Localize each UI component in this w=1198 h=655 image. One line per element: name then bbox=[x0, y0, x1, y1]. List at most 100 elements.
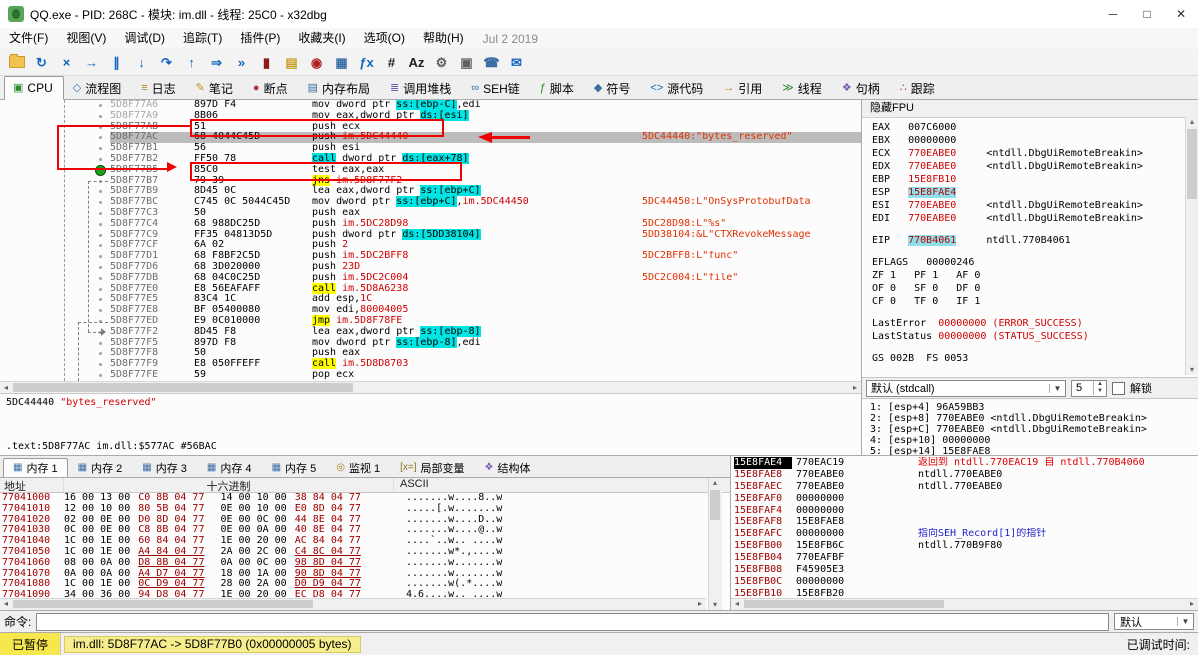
toolbar-step-into-button[interactable]: ↓ bbox=[129, 51, 154, 74]
scroll-up-button[interactable]: ▴ bbox=[1186, 117, 1198, 127]
dump-row[interactable]: 77041060 08 00 0A 00 D8 8B 04 77 0A 00 0C 0… bbox=[2, 557, 730, 569]
register-line[interactable]: GS 002B FS 0053 bbox=[872, 352, 1186, 365]
stack-row[interactable]: 15E8FB04 770EAFBF bbox=[734, 552, 1198, 564]
scroll-right-button[interactable]: ▸ bbox=[1186, 599, 1198, 609]
menu-item-5[interactable]: 插件(P) bbox=[231, 31, 289, 45]
argument-count-stepper[interactable]: 5 ▲ ▼ bbox=[1071, 379, 1107, 397]
stack-row[interactable]: 15E8FB08 F45905E3 bbox=[734, 564, 1198, 576]
scrollbar-thumb[interactable] bbox=[744, 600, 944, 608]
tab-script[interactable]: ƒ 脚本 bbox=[531, 76, 585, 100]
unlock-checkbox[interactable] bbox=[1112, 381, 1125, 395]
tab-source[interactable]: <> 源代码 bbox=[641, 76, 714, 100]
toolbar-breakpoints-button[interactable]: ◉ bbox=[304, 51, 329, 74]
scroll-left-button[interactable]: ◂ bbox=[731, 599, 743, 609]
register-line[interactable]: ZF 1 PF 1 AF 0 bbox=[872, 269, 1186, 282]
menu-item-8[interactable]: 帮助(H) bbox=[414, 31, 473, 45]
stack-row[interactable]: 15E8FAF0 00000000 bbox=[734, 493, 1198, 505]
stack-row[interactable]: 15E8FAE4 770EAC19 返回到 ntdll.770EAC19 自 ntd… bbox=[734, 457, 1198, 469]
toolbar-animate-button[interactable]: » bbox=[229, 51, 254, 74]
calling-convention-select[interactable]: 默认 (stdcall) ▼ bbox=[866, 379, 1066, 397]
toolbar-memory-map-button[interactable]: ▦ bbox=[329, 51, 354, 74]
command-input[interactable] bbox=[36, 612, 1109, 631]
toolbar-preferences-button[interactable]: ⚙ bbox=[429, 51, 454, 74]
scroll-down-button[interactable]: ▾ bbox=[1186, 365, 1198, 375]
dump-vertical-scrollbar[interactable]: ▴ ▾ bbox=[708, 478, 722, 610]
maximize-button[interactable]: □ bbox=[1130, 0, 1164, 28]
dump-row[interactable]: 77041010 12 00 10 00 80 5B 04 77 0E 00 10 0… bbox=[2, 503, 730, 515]
disasm-row[interactable]: 5D8F77FE 59 pop ecx bbox=[0, 369, 861, 381]
toolbar-run-button[interactable]: → bbox=[79, 51, 104, 74]
scrollbar-thumb[interactable] bbox=[1187, 129, 1197, 199]
tab-watch1[interactable]: ◎ 监视 1 bbox=[326, 458, 390, 478]
toolbar-chat-button[interactable]: ✉ bbox=[504, 51, 529, 74]
tab-dump2[interactable]: ▦ 内存 2 bbox=[68, 458, 133, 478]
tab-call-stack[interactable]: ≣ 调用堆栈 bbox=[381, 76, 462, 100]
scroll-left-button[interactable]: ◂ bbox=[0, 599, 12, 609]
tab-log[interactable]: ≡ 日志 bbox=[132, 76, 186, 100]
stack-row[interactable]: 15E8FAEC 770EABE0 ntdll.770EABE0 bbox=[734, 481, 1198, 493]
toolbar-strings-button[interactable]: Az bbox=[404, 51, 429, 74]
register-line[interactable]: EFLAGS 00000246 bbox=[872, 256, 1186, 269]
toolbar-cpu-chip-button[interactable]: ▣ bbox=[454, 51, 479, 74]
tab-dump5[interactable]: ▦ 内存 5 bbox=[262, 458, 327, 478]
menu-item-3[interactable]: 调试(D) bbox=[115, 31, 174, 45]
close-button[interactable]: ✕ bbox=[1164, 0, 1198, 28]
menu-item-6[interactable]: 收藏夹(I) bbox=[289, 31, 354, 45]
register-line[interactable]: EIP 770B4061 ntdll.770B4061 bbox=[872, 234, 1186, 247]
register-line[interactable]: OF 0 SF 0 DF 0 bbox=[872, 282, 1186, 295]
toolbar-functions-button[interactable]: ƒx bbox=[354, 51, 379, 74]
tab-memory-map[interactable]: ▤ 内存布局 bbox=[299, 76, 381, 100]
dump-horizontal-scrollbar[interactable]: ◂ ▸ bbox=[0, 598, 706, 610]
toolbar-restart-button[interactable]: ↻ bbox=[29, 51, 54, 74]
register-line[interactable]: ESI 770EABE0 <ntdll.DbgUiRemoteBreakin> bbox=[872, 199, 1186, 212]
toolbar-report-bug-button[interactable]: ☎ bbox=[479, 51, 504, 74]
menu-item-1[interactable]: 文件(F) bbox=[0, 31, 57, 45]
register-line[interactable]: ECX 770EABE0 <ntdll.DbgUiRemoteBreakin> bbox=[872, 147, 1186, 160]
scrollbar-thumb[interactable] bbox=[13, 600, 313, 608]
stack-row[interactable]: 15E8FB00 15E8FB6C ntdll.770B9F80 bbox=[734, 540, 1198, 552]
tab-references[interactable]: → 引用 bbox=[714, 76, 773, 100]
scrollbar-thumb[interactable] bbox=[13, 383, 353, 392]
toolbar-stop-button[interactable]: × bbox=[54, 51, 79, 74]
toolbar-types-button[interactable]: # bbox=[379, 51, 404, 74]
toolbar-notes-button[interactable]: ▤ bbox=[279, 51, 304, 74]
tab-graph[interactable]: ◇ 流程图 bbox=[64, 76, 132, 100]
tab-struct[interactable]: ❖ 结构体 bbox=[475, 458, 541, 478]
register-line[interactable]: EBX 00000000 bbox=[872, 134, 1186, 147]
stack-row[interactable]: 15E8FB0C 00000000 bbox=[734, 576, 1198, 588]
command-script-select[interactable]: 默认 ▼ bbox=[1114, 613, 1194, 630]
tab-locals[interactable]: [x=] 局部变量 bbox=[390, 458, 474, 478]
register-line[interactable]: LastStatus 00000000 (STATUS_SUCCESS) bbox=[872, 330, 1186, 343]
stack-row[interactable]: 15E8FAF8 15E8FAE8 bbox=[734, 516, 1198, 528]
tab-notes[interactable]: ✎ 笔记 bbox=[187, 76, 244, 100]
disasm-row[interactable]: 5D8F77C4 68 988DC25D push im.5DC28D98 5DC28… bbox=[0, 218, 861, 230]
register-line[interactable]: LastError 00000000 (ERROR_SUCCESS) bbox=[872, 317, 1186, 330]
hide-fpu-button[interactable]: 隐藏FPU bbox=[862, 100, 1198, 118]
disasm-row[interactable]: 5D8F77F2 8D45 F8 lea eax,dword ptr ss:[ebp… bbox=[0, 325, 861, 338]
stack-row[interactable]: 15E8FAE8 770EABE0 ntdll.770EABE0 bbox=[734, 469, 1198, 481]
register-line[interactable]: EBP 15E8FB10 bbox=[872, 173, 1186, 186]
scrollbar-thumb[interactable] bbox=[710, 490, 720, 520]
menu-item-2[interactable]: 视图(V) bbox=[57, 31, 115, 45]
disassembly-view[interactable]: 5D8F77A6 897D F4 mov dword ptr ss:[ebp-C],… bbox=[0, 100, 861, 381]
tab-dump1[interactable]: ▦ 内存 1 bbox=[3, 458, 68, 478]
toolbar-step-out-button[interactable]: ↑ bbox=[179, 51, 204, 74]
toolbar-open-file-button[interactable] bbox=[4, 51, 29, 74]
register-line[interactable]: EDI 770EABE0 <ntdll.DbgUiRemoteBreakin> bbox=[872, 212, 1186, 225]
stack-row[interactable]: 15E8FAF4 00000000 bbox=[734, 505, 1198, 517]
register-line[interactable]: CF 0 TF 0 IF 1 bbox=[872, 295, 1186, 308]
tab-seh-chain[interactable]: ∞ SEH链 bbox=[462, 76, 531, 100]
disasm-row[interactable]: 5D8F77DB 68 04C0C25D push im.5DC2C004 5DC2C… bbox=[0, 272, 861, 284]
tab-breakpoints[interactable]: ● 断点 bbox=[244, 76, 299, 100]
menu-item-4[interactable]: 追踪(T) bbox=[174, 31, 231, 45]
scroll-right-button[interactable]: ▸ bbox=[849, 382, 861, 393]
toolbar-step-over-button[interactable]: ↷ bbox=[154, 51, 179, 74]
toolbar-trace-record-button[interactable]: ▮ bbox=[254, 51, 279, 74]
scroll-down-button[interactable]: ▾ bbox=[709, 600, 721, 610]
tab-handles[interactable]: ❖ 句柄 bbox=[833, 76, 891, 100]
menu-item-7[interactable]: 选项(O) bbox=[355, 31, 414, 45]
register-line[interactable]: EDX 770EABE0 <ntdll.DbgUiRemoteBreakin> bbox=[872, 160, 1186, 173]
toolbar-run-to-user-code-button[interactable]: ⇒ bbox=[204, 51, 229, 74]
toolbar-pause-button[interactable]: ∥ bbox=[104, 51, 129, 74]
tab-dump4[interactable]: ▦ 内存 4 bbox=[197, 458, 262, 478]
